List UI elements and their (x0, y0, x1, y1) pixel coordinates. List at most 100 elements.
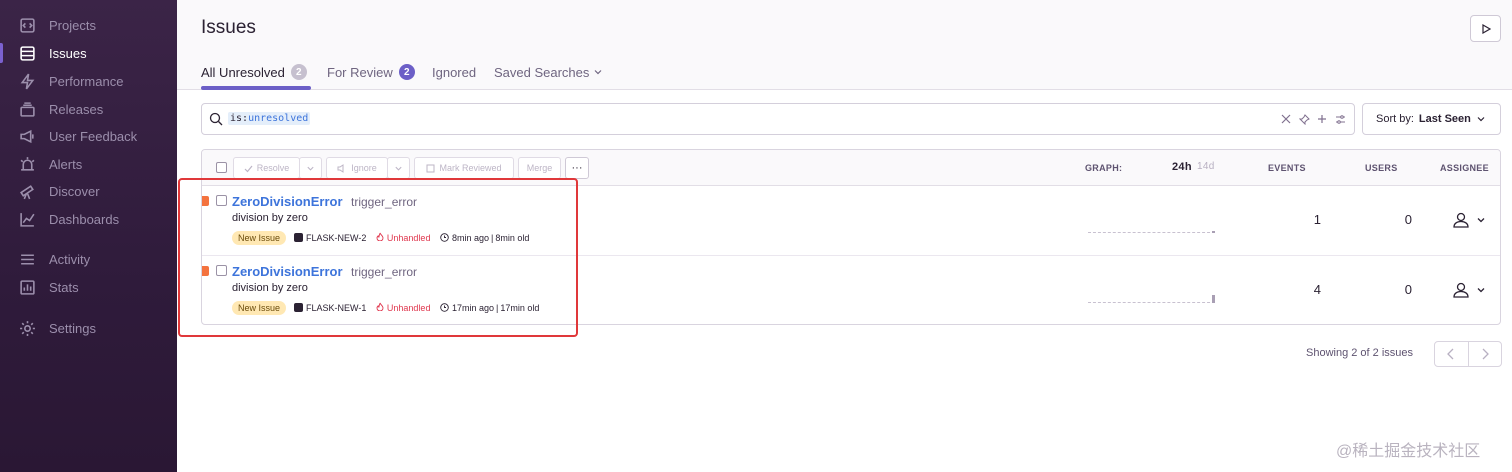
time-info: 17min ago | 17min old (440, 303, 539, 313)
chevron-left-icon (1447, 348, 1454, 360)
sidebar-item-issues[interactable]: Issues (0, 40, 177, 66)
graph-column-header: GRAPH: (1085, 163, 1123, 173)
assignee-selector[interactable] (1452, 281, 1486, 299)
ignore-button[interactable]: Ignore (326, 157, 388, 179)
telescope-icon (18, 182, 36, 200)
table-row[interactable]: ZeroDivisionError trigger_error division… (202, 186, 1500, 256)
siren-icon (18, 155, 36, 173)
assignee-column-header: ASSIGNEE (1440, 163, 1489, 173)
add-icon[interactable] (1316, 112, 1328, 126)
chevron-down-icon (307, 166, 314, 171)
releases-icon (18, 100, 36, 118)
sidebar-item-activity[interactable]: Activity (0, 246, 177, 272)
sidebar-item-stats[interactable]: Stats (0, 274, 177, 300)
sidebar-item-alerts[interactable]: Alerts (0, 151, 177, 177)
more-actions-button[interactable]: ··· (565, 157, 589, 179)
list-icon (18, 250, 36, 268)
issue-short-id[interactable]: FLASK-NEW-2 (306, 233, 366, 243)
tab-count-badge: 2 (398, 64, 415, 80)
search-input[interactable]: is:unresolved (201, 103, 1355, 135)
tab-count-badge: 2 (290, 64, 307, 80)
unhandled-label: Unhandled (376, 302, 430, 313)
chevron-down-icon (1477, 288, 1485, 293)
graph-range-14d[interactable]: 14d (1197, 161, 1215, 172)
issue-title-link[interactable]: ZeroDivisionError (232, 264, 343, 279)
new-issue-badge: New Issue (232, 300, 287, 315)
page-title: Issues (201, 17, 256, 38)
fire-icon (376, 232, 384, 242)
issue-title-link[interactable]: ZeroDivisionError (232, 194, 343, 209)
issue-meta: New Issue FLASK-NEW-1 Unhandled 17min ag… (232, 299, 539, 316)
gear-icon (18, 319, 36, 337)
select-all-checkbox[interactable] (216, 162, 227, 173)
resolve-button[interactable]: Resolve (233, 157, 300, 179)
user-icon (1453, 282, 1469, 298)
sidebar-item-releases[interactable]: Releases (0, 96, 177, 122)
clock-icon (440, 303, 450, 312)
events-count: 1 (1313, 212, 1321, 227)
unhandled-label: Unhandled (376, 232, 430, 243)
sidebar-item-discover[interactable]: Discover (0, 178, 177, 204)
sort-dropdown[interactable]: Sort by: Last Seen (1362, 103, 1501, 135)
assignee-selector[interactable] (1452, 211, 1486, 229)
pagination (1434, 341, 1502, 367)
play-button[interactable] (1470, 15, 1501, 42)
graph-icon (18, 210, 36, 228)
pin-icon[interactable] (1298, 112, 1310, 126)
sidebar-item-projects[interactable]: Projects (0, 12, 177, 38)
issue-message: division by zero (232, 282, 308, 294)
issue-meta: New Issue FLASK-NEW-2 Unhandled 8min ago… (232, 229, 529, 246)
new-issue-badge: New Issue (232, 230, 287, 245)
tab-for-review[interactable]: For Review 2 (327, 62, 415, 82)
issues-icon (18, 44, 36, 62)
graph-range-24h[interactable]: 24h (1172, 161, 1192, 173)
chevron-right-icon (1482, 348, 1489, 360)
chevron-down-icon (1477, 218, 1485, 223)
graph-bar (1212, 231, 1215, 233)
user-icon (1453, 212, 1469, 228)
sidebar: Projects Issues Performance Releases Use… (0, 0, 177, 472)
table-row[interactable]: ZeroDivisionError trigger_error division… (202, 256, 1500, 324)
sidebar-item-settings[interactable]: Settings (0, 315, 177, 341)
issue-graph (1088, 295, 1215, 303)
mark-reviewed-button[interactable]: Mark Reviewed (414, 157, 514, 179)
check-icon (244, 165, 253, 172)
python-project-icon (294, 303, 304, 312)
search-icon (209, 112, 223, 126)
events-count: 4 (1313, 282, 1321, 297)
next-page-button[interactable] (1469, 342, 1502, 366)
sidebar-item-user-feedback[interactable]: User Feedback (0, 123, 177, 149)
issue-culprit: trigger_error (351, 195, 418, 209)
tab-saved-searches[interactable]: Saved Searches (494, 62, 603, 82)
page-header: Issues All Unresolved 2 For Review 2 Ign… (177, 0, 1512, 90)
ignore-dropdown-button[interactable] (387, 157, 410, 179)
fire-icon (376, 302, 384, 312)
python-project-icon (294, 233, 304, 242)
row-checkbox[interactable] (216, 265, 227, 276)
sidebar-item-dashboards[interactable]: Dashboards (0, 206, 177, 232)
issue-short-id[interactable]: FLASK-NEW-1 (306, 303, 366, 313)
issue-message: division by zero (232, 212, 308, 224)
watermark: @稀土掘金技术社区 (1336, 443, 1481, 460)
users-count: 0 (1404, 282, 1412, 297)
resolve-dropdown-button[interactable] (299, 157, 322, 179)
row-checkbox[interactable] (216, 195, 227, 206)
chevron-down-icon (594, 70, 602, 75)
tab-all-unresolved[interactable]: All Unresolved 2 (201, 62, 307, 82)
lightning-icon (18, 72, 36, 90)
clock-icon (440, 233, 450, 242)
issue-graph (1088, 227, 1215, 233)
previous-page-button[interactable] (1435, 342, 1469, 366)
projects-icon (18, 16, 36, 34)
search-actions (1280, 112, 1346, 126)
clear-icon[interactable] (1280, 112, 1292, 126)
search-token[interactable]: is:unresolved (228, 112, 311, 125)
megaphone-icon (18, 127, 36, 145)
time-info: 8min ago | 8min old (440, 233, 529, 243)
sidebar-item-performance[interactable]: Performance (0, 68, 177, 94)
tab-ignored[interactable]: Ignored (432, 62, 476, 82)
sliders-icon[interactable] (1334, 112, 1346, 126)
merge-button[interactable]: Merge (518, 157, 561, 179)
mute-icon (337, 163, 344, 173)
error-level-indicator (202, 196, 209, 206)
